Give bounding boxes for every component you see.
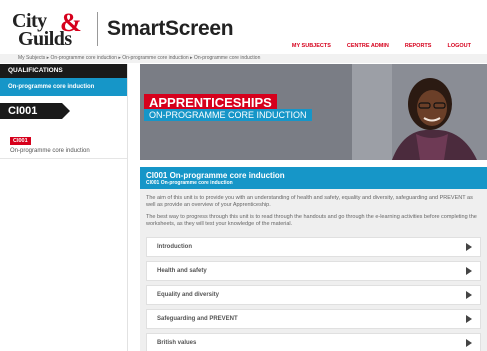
apprentice-photo: [352, 64, 487, 160]
unit-title: CI001 On-programme core induction: [146, 171, 285, 180]
breadcrumb[interactable]: My Subjects ▸ On-programme core inductio…: [0, 54, 487, 63]
selected-unit[interactable]: CI001 On-programme core induction: [0, 129, 127, 154]
header: City & Guilds SmartScreen MY SUBJECTS CE…: [0, 0, 487, 52]
unit-tab: CI001: [0, 103, 70, 119]
play-arrow-icon: [466, 339, 472, 347]
unit-header: CI001 On-programme core induction CI001 …: [140, 167, 487, 189]
module-label: Health and safety: [157, 268, 207, 274]
city-and-guilds-logo[interactable]: City & Guilds: [12, 8, 92, 50]
module-health-and-safety[interactable]: Health and safety: [146, 261, 481, 281]
module-label: British values: [157, 340, 197, 346]
qualifications-heading: QUALIFICATIONS: [0, 64, 127, 78]
header-divider: [97, 12, 98, 46]
nav-reports[interactable]: REPORTS: [405, 43, 432, 49]
unit-subtitle: CI001 On-programme core induction: [146, 180, 233, 186]
module-label: Introduction: [157, 244, 192, 250]
unit-badge: CI001: [10, 137, 31, 145]
nav-logout[interactable]: LOGOUT: [447, 43, 471, 49]
qualification-item[interactable]: On-programme core induction: [0, 78, 127, 96]
description-paragraph-1: The aim of this unit is to provide you w…: [146, 195, 473, 208]
banner-subtitle: ON-PROGRAMME CORE INDUCTION: [144, 109, 312, 121]
sidebar-divider: [0, 158, 127, 159]
unit-content: CI001 On-programme core induction CI001 …: [140, 167, 487, 351]
play-arrow-icon: [466, 267, 472, 275]
nav-centre-admin[interactable]: CENTRE ADMIN: [347, 43, 389, 49]
play-arrow-icon: [466, 243, 472, 251]
selected-unit-title: On-programme core induction: [10, 148, 90, 154]
play-arrow-icon: [466, 291, 472, 299]
top-nav: MY SUBJECTS CENTRE ADMIN REPORTS LOGOUT: [292, 43, 487, 49]
logo-guilds-text: Guilds: [18, 28, 72, 50]
module-equality-and-diversity[interactable]: Equality and diversity: [146, 285, 481, 305]
module-safeguarding-and-prevent[interactable]: Safeguarding and PREVENT: [146, 309, 481, 329]
description-paragraph-2: The best way to progress through this un…: [146, 214, 477, 227]
module-label: Safeguarding and PREVENT: [157, 316, 238, 322]
sidebar: QUALIFICATIONS On-programme core inducti…: [0, 64, 128, 351]
nav-my-subjects[interactable]: MY SUBJECTS: [292, 43, 331, 49]
unit-description: The aim of this unit is to provide you w…: [140, 189, 487, 237]
module-british-values[interactable]: British values: [146, 333, 481, 351]
module-introduction[interactable]: Introduction: [146, 237, 481, 257]
module-label: Equality and diversity: [157, 292, 220, 298]
module-list: Introduction Health and safety Equality …: [140, 237, 487, 351]
hero-banner: APPRENTICESHIPS ON-PROGRAMME CORE INDUCT…: [140, 64, 487, 160]
brand-title: SmartScreen: [107, 17, 234, 40]
play-arrow-icon: [466, 315, 472, 323]
